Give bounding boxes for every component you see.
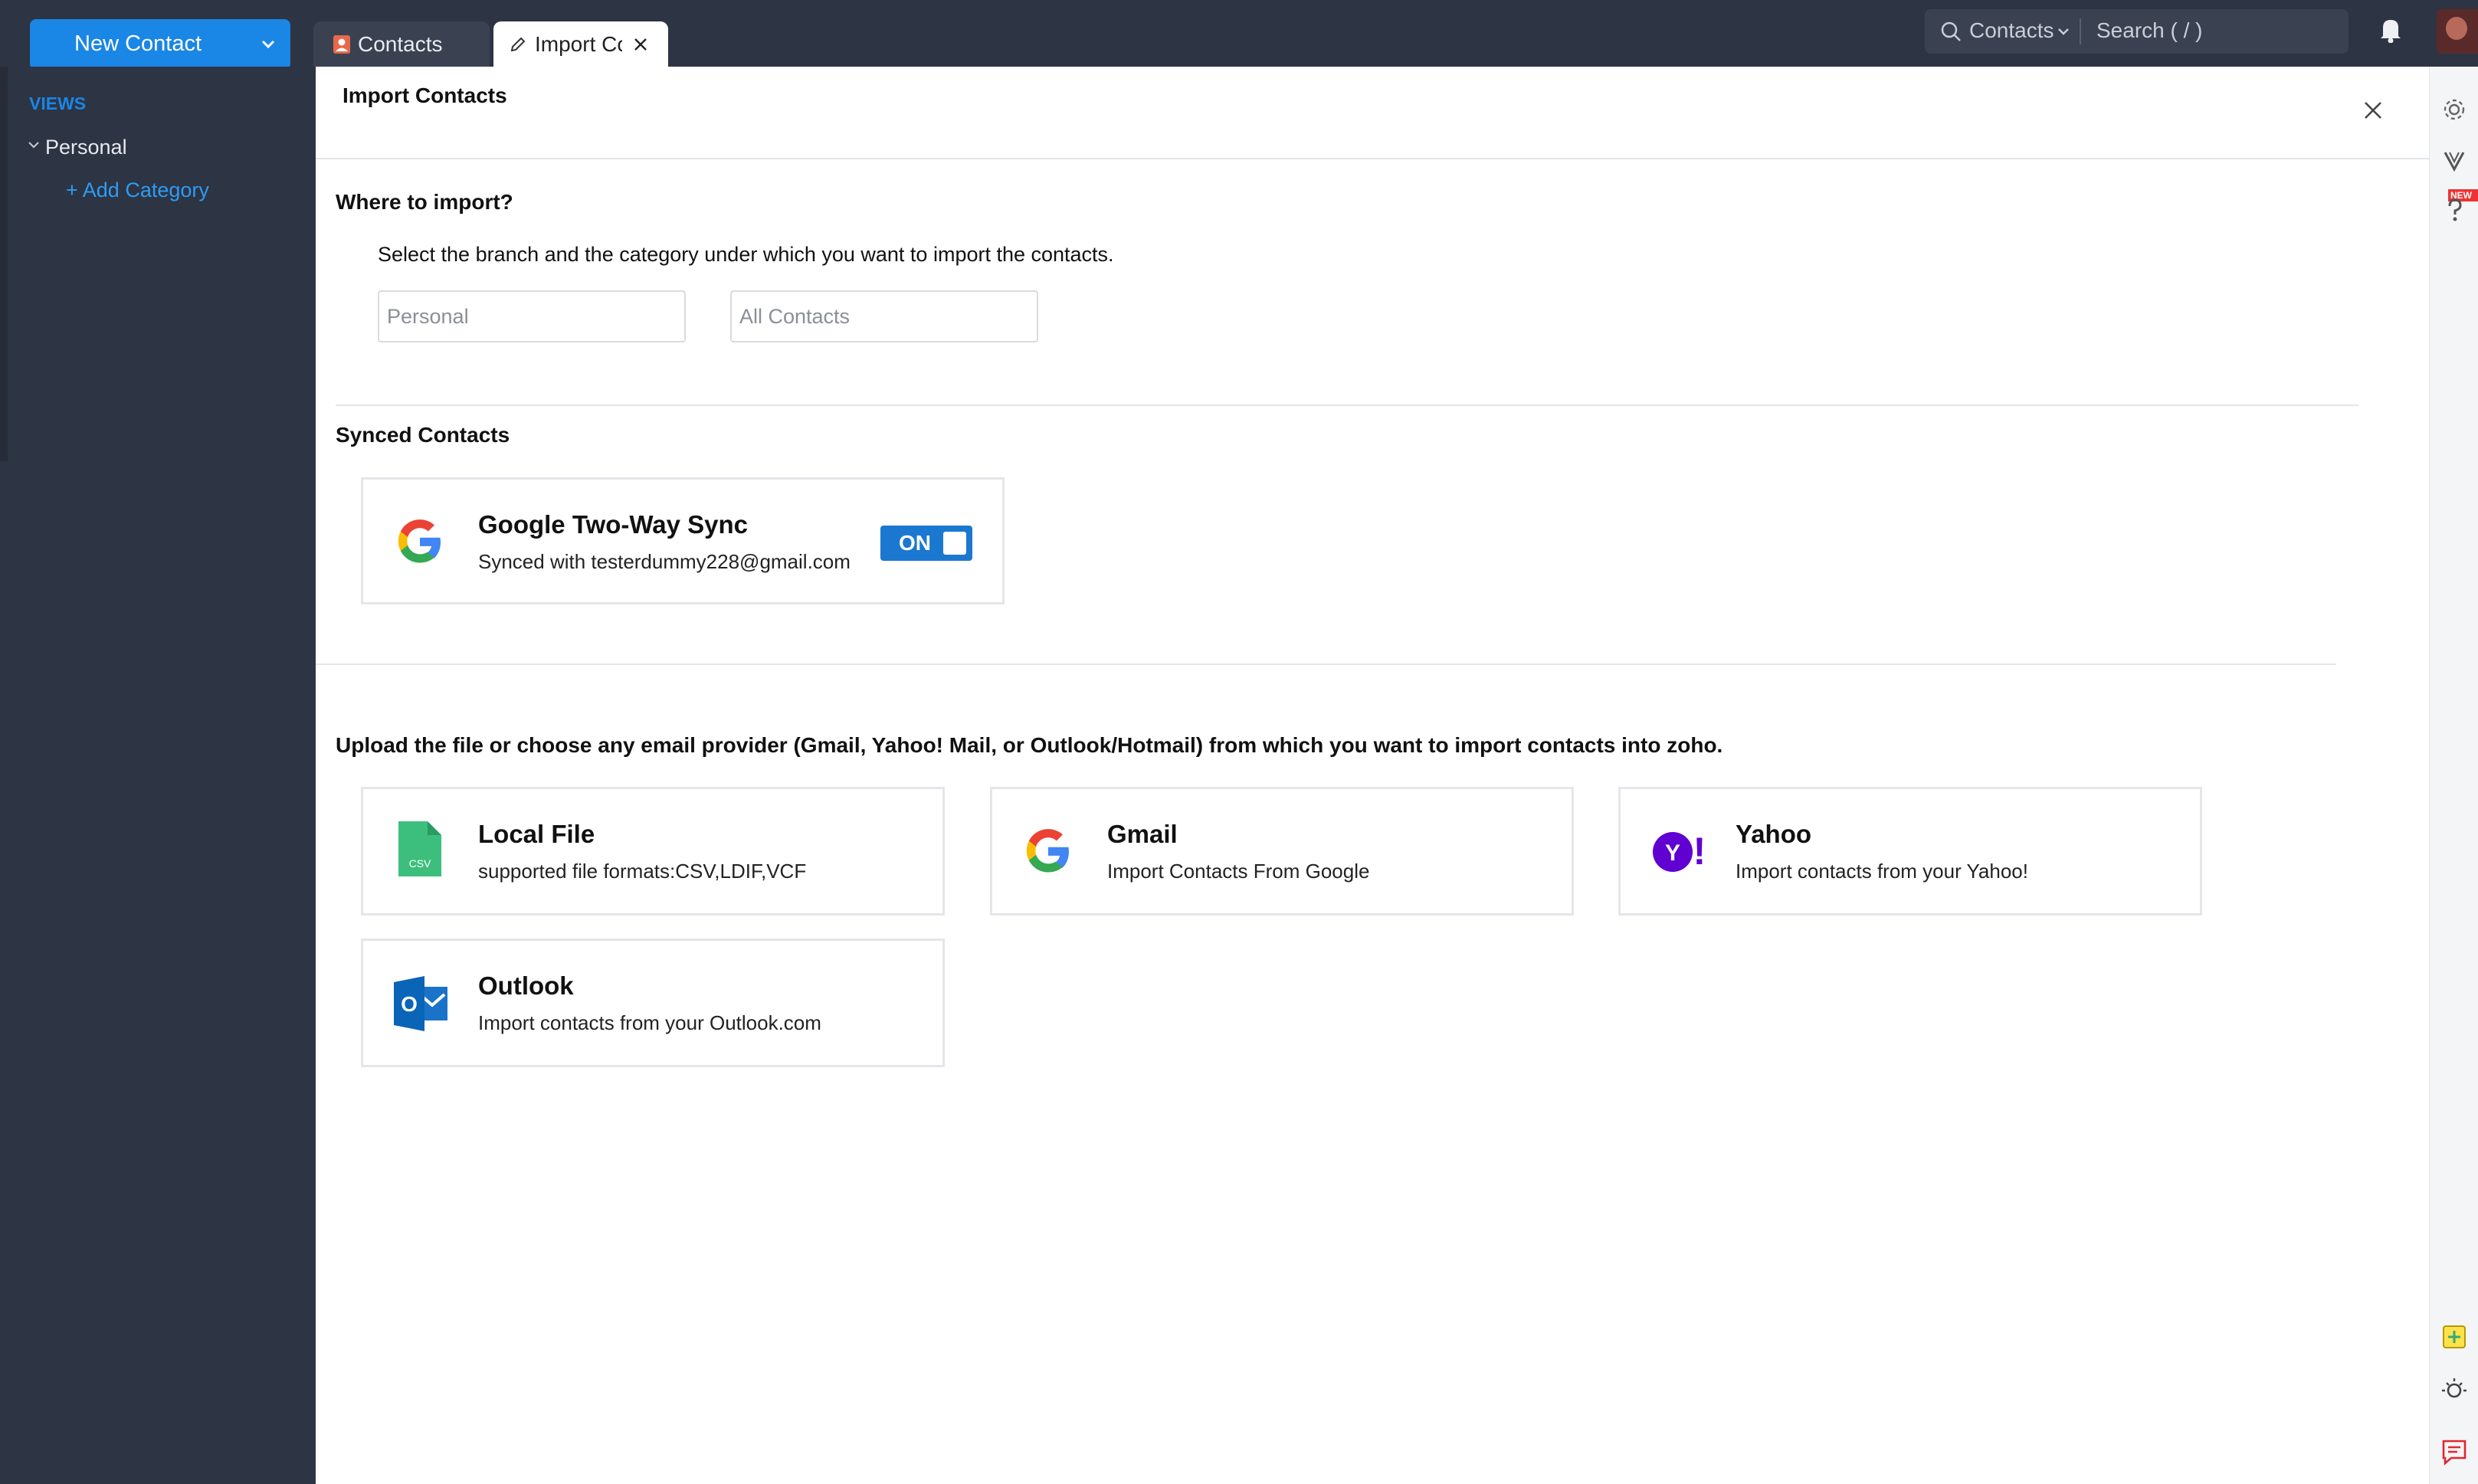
- section-divider: [336, 405, 2358, 406]
- add-note-icon[interactable]: [2440, 1323, 2468, 1351]
- personal-chevron-down-icon[interactable]: [28, 139, 40, 151]
- chat-icon[interactable]: [2440, 1438, 2468, 1466]
- scope-chevron-down-icon[interactable]: [2057, 25, 2070, 38]
- import-contacts-panel: Import Contacts Where to import? Select …: [316, 67, 2429, 1484]
- where-heading: Where to import?: [336, 190, 513, 214]
- global-search[interactable]: Contacts Search ( / ): [1925, 9, 2349, 54]
- tab-contacts[interactable]: Contacts: [313, 21, 490, 67]
- pencil-icon: [510, 37, 526, 52]
- page-title: Import Contacts: [343, 84, 507, 107]
- new-contact-button[interactable]: New Contact: [30, 19, 290, 70]
- section-divider-2: [316, 663, 2336, 665]
- theme-icon[interactable]: [2440, 1375, 2468, 1403]
- local-file-card[interactable]: CSV Local File supported file formats:CS…: [361, 787, 945, 916]
- google-sync-title: Google Two-Way Sync: [478, 510, 749, 539]
- help-icon[interactable]: [2445, 197, 2465, 223]
- avatar[interactable]: [2437, 9, 2478, 54]
- yahoo-title: Yahoo: [1736, 820, 1812, 848]
- csv-file-icon: CSV: [398, 821, 441, 876]
- google-sync-subtitle: Synced with testerdummy228@gmail.com: [478, 550, 851, 573]
- search-scope[interactable]: Contacts: [1969, 18, 2054, 43]
- outlook-card[interactable]: O Outlook Import contacts from your Outl…: [361, 939, 945, 1067]
- chevron-down-icon[interactable]: [260, 35, 277, 52]
- search-input[interactable]: Search ( / ): [2096, 18, 2202, 43]
- sync-toggle-label: ON: [899, 531, 931, 555]
- svg-text:O: O: [401, 992, 418, 1016]
- zoho-v-icon[interactable]: [2442, 148, 2467, 172]
- yahoo-subtitle: Import contacts from your Yahoo!: [1736, 860, 2028, 883]
- google-sync-card: Google Two-Way Sync Synced with testerdu…: [361, 477, 1005, 604]
- toggle-knob: [943, 532, 966, 555]
- tab-import-label: Import Co: [535, 32, 622, 56]
- local-file-subtitle: supported file formats:CSV,LDIF,VCF: [478, 860, 807, 883]
- sidebar: VIEWS Personal + Add Category: [0, 67, 316, 1484]
- tab-import-contacts[interactable]: Import Co: [493, 21, 668, 67]
- sidebar-item-personal[interactable]: Personal: [45, 136, 127, 159]
- local-file-title: Local File: [478, 820, 595, 848]
- header-divider: [316, 158, 2429, 159]
- google-icon: [1026, 829, 1069, 873]
- close-icon[interactable]: [2363, 100, 2383, 120]
- svg-text:!: !: [1693, 830, 1706, 873]
- gear-icon[interactable]: [2442, 97, 2467, 122]
- yahoo-card[interactable]: Y ! Yahoo Import contacts from your Yaho…: [1618, 787, 2202, 916]
- csv-icon-text: CSV: [409, 857, 431, 870]
- new-contact-label: New Contact: [74, 31, 202, 56]
- google-icon: [398, 519, 441, 563]
- tab-close-icon[interactable]: [633, 37, 648, 52]
- where-description: Select the branch and the category under…: [378, 243, 1114, 266]
- branch-select[interactable]: Personal: [378, 290, 686, 342]
- yahoo-icon: Y !: [1653, 830, 1706, 873]
- right-toolbar: NEW: [2429, 67, 2478, 1484]
- synced-heading: Synced Contacts: [336, 423, 510, 447]
- outlook-title: Outlook: [478, 971, 574, 1000]
- add-category-link[interactable]: + Add Category: [66, 179, 209, 202]
- gmail-title: Gmail: [1107, 820, 1178, 848]
- search-icon: [1941, 21, 1961, 41]
- search-divider: [2080, 18, 2081, 44]
- sync-toggle[interactable]: ON: [880, 526, 972, 561]
- tab-contacts-label: Contacts: [358, 32, 443, 56]
- outlook-subtitle: Import contacts from your Outlook.com: [478, 1011, 821, 1034]
- views-heading: VIEWS: [29, 93, 87, 113]
- category-select[interactable]: All Contacts: [730, 290, 1038, 342]
- sidebar-edge: [0, 67, 8, 461]
- gmail-subtitle: Import Contacts From Google: [1107, 860, 1370, 883]
- upload-heading: Upload the file or choose any email prov…: [336, 733, 1723, 757]
- contacts-icon: [333, 35, 350, 54]
- gmail-card[interactable]: Gmail Import Contacts From Google: [990, 787, 1574, 916]
- outlook-icon: O: [394, 976, 447, 1031]
- bell-icon[interactable]: [2379, 17, 2402, 43]
- svg-text:Y: Y: [1665, 840, 1680, 866]
